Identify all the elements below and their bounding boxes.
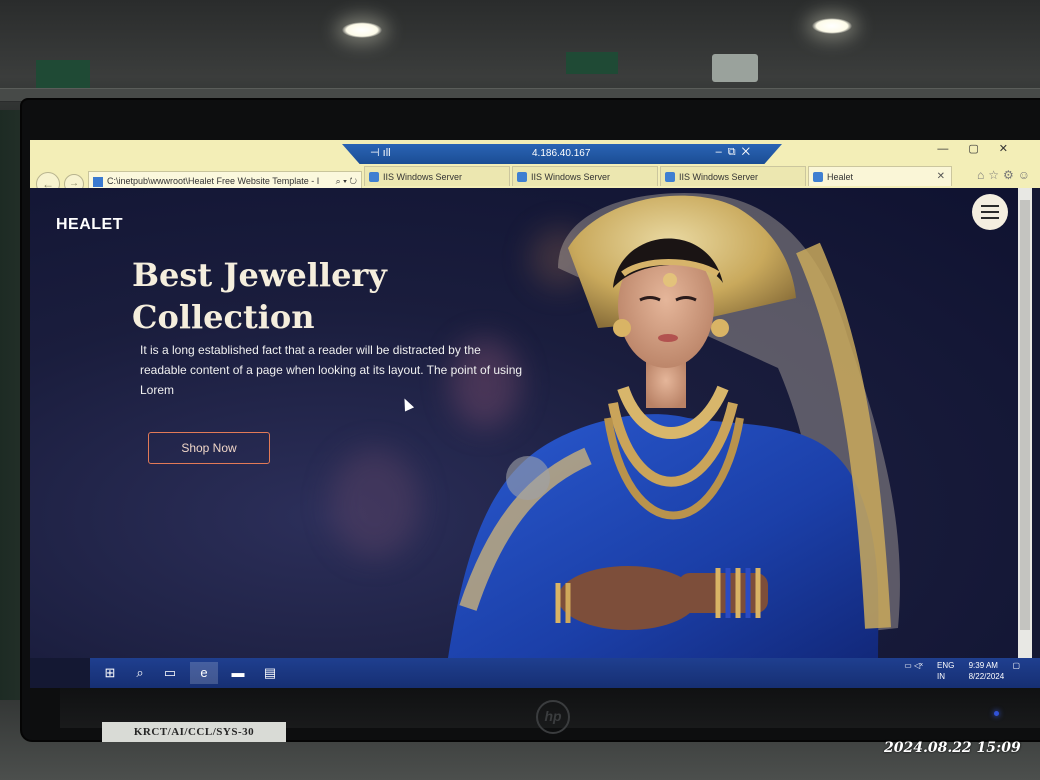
search-icon[interactable]: ⌕ [126,662,154,684]
address-text: C:\inetpub\wwwroot\Healet Free Website T… [107,176,320,186]
tab-iis-2[interactable]: IIS Windows Server [512,166,658,186]
close-tab-icon[interactable]: ✕ [937,167,945,186]
tab-iis-1[interactable]: IIS Windows Server [364,166,510,186]
hamburger-menu-icon[interactable] [972,194,1008,230]
network-volume-icons[interactable]: ▭ ◁ˣ [904,660,923,671]
site-logo[interactable]: HEALET [56,216,123,234]
power-led-icon [994,711,999,716]
screen: —▢✕ ← → C:\inetpub\wwwroot\Healet Free W… [30,140,1040,688]
ie-tab-icon [369,172,379,182]
page-favicon-icon [93,176,103,187]
hero-title: Best Jewellery Collection [132,256,387,336]
bride-photo [448,192,900,658]
clock-time: 9:39 AM [968,661,998,670]
notification-icon[interactable]: ▢ [1012,660,1020,671]
clock[interactable]: 9:39 AM 8/22/2024 [963,660,1005,682]
tab-iis-3[interactable]: IIS Windows Server [660,166,806,186]
page-scrollbar[interactable] [1018,188,1032,658]
pin-icon[interactable]: ⊣ ıll [370,146,391,159]
background-bokeh [330,448,420,558]
webpage-hero: HEALET Best Jewellery Collection It is a… [30,188,1018,658]
ceiling-light [342,22,382,38]
remote-controls[interactable]: –⧉✕ [716,146,756,159]
window-controls[interactable]: —▢✕ [937,142,1028,155]
tab-strip: IIS Windows Server IIS Windows Server II… [364,166,984,188]
tab-label: Healet [827,172,854,182]
shop-now-button[interactable]: Shop Now [148,432,270,464]
browser-tools[interactable]: ⌂☆⚙☺ [977,168,1034,182]
internet-explorer-icon[interactable]: e [190,662,218,684]
tab-label: IIS Windows Server [679,172,759,182]
windows-start-icon[interactable]: ⊞ [96,662,124,684]
taskbar: ⊞ ⌕ ▭ e ▬ ▤ ▭ ◁ˣ ENG IN 9:39 AM 8/22/2024 … [90,658,1040,688]
green-panel [566,52,618,74]
remote-session-bar: ⊣ ıll 4.186.40.167 –⧉✕ [342,144,782,164]
tab-label: IIS Windows Server [383,172,463,182]
asset-label: KRCT/AI/CCL/SYS-30 [102,722,286,742]
region-code: IN [937,672,946,681]
ceiling-light [812,18,852,34]
hero-description: It is a long established fact that a rea… [140,343,523,397]
task-view-icon[interactable]: ▭ [156,662,184,684]
tab-label: IIS Windows Server [531,172,611,182]
ie-tab-icon [665,172,675,182]
remote-host: 4.186.40.167 [532,148,591,159]
language-code: ENG [937,661,955,670]
system-tray: ▭ ◁ˣ ENG IN 9:39 AM 8/22/2024 ▢ [898,660,1020,682]
ie-tab-icon [813,172,823,182]
clock-date: 8/22/2024 [968,672,1005,681]
scrollbar-thumb[interactable] [1020,200,1030,630]
tab-healet[interactable]: Healet ✕ [808,166,952,186]
server-manager-icon[interactable]: ▤ [256,662,284,684]
hp-logo-icon: hp [536,700,570,734]
file-explorer-icon[interactable]: ▬ [224,662,252,684]
language-indicator[interactable]: ENG IN [931,660,954,682]
ie-tab-icon [517,172,527,182]
photo-timestamp: 2024.08.22 15:09 [884,740,1021,756]
ceiling-device [712,54,758,82]
